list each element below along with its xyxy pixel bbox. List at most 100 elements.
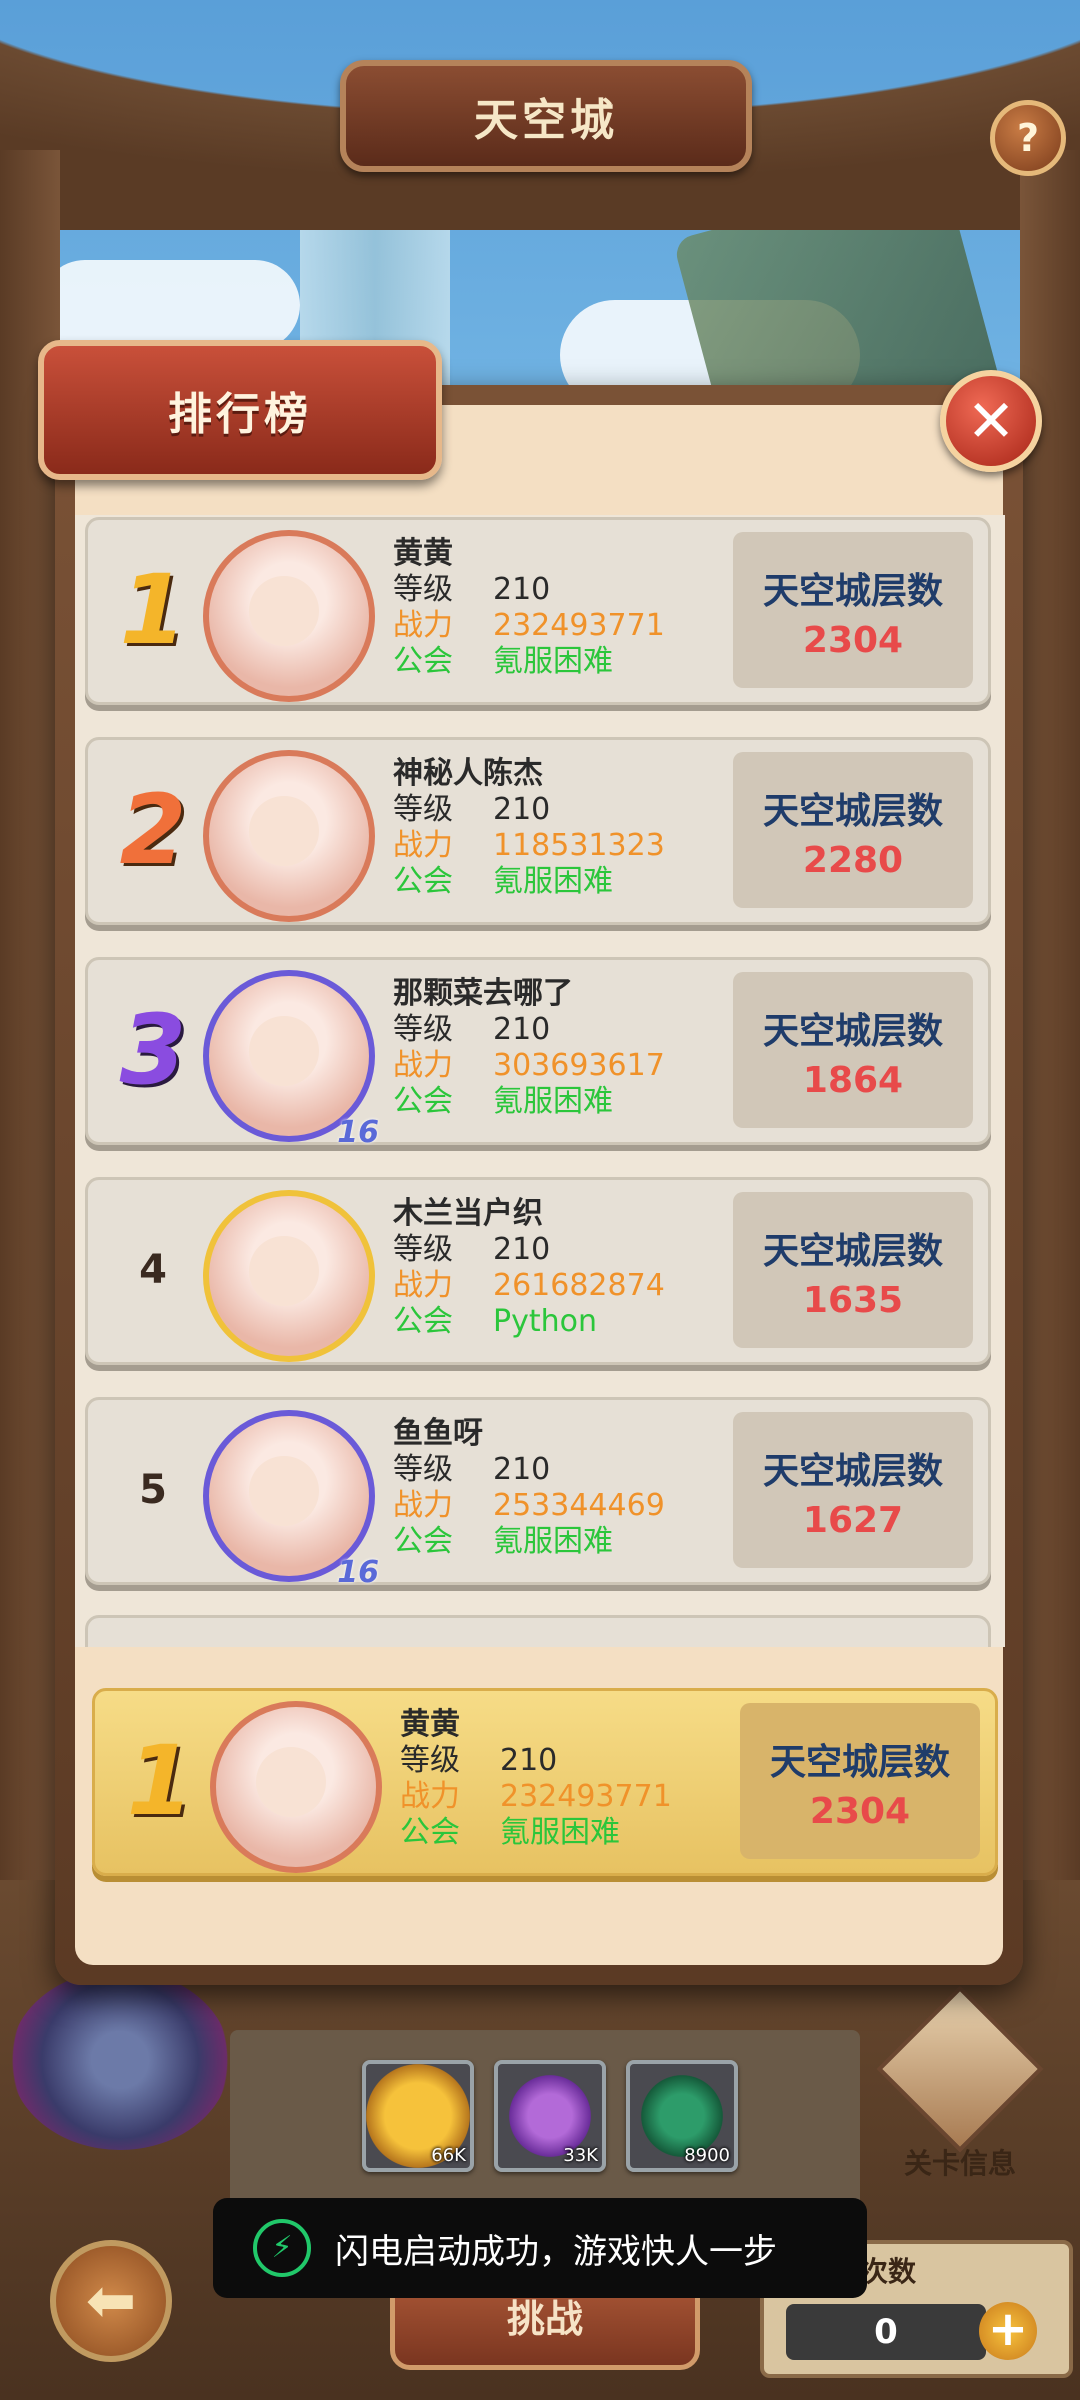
power-value: 261682874 [493,1268,665,1303]
player-name: 黄黄 [400,1707,460,1742]
power-value: 253344469 [493,1488,665,1523]
power-value: 232493771 [500,1779,672,1814]
score-value: 2304 [802,620,904,661]
leaderboard-row-partial[interactable] [85,1615,991,1647]
power-label: 战力 [393,1268,453,1303]
my-rank-row[interactable]: 1 黄黄 等级 210 战力 232493771 公会 氪服困难 天空城层数 2304 [92,1688,998,1876]
score-box: 天空城层数 2304 [740,1703,980,1859]
player-avatar[interactable] [210,1701,382,1873]
power-label: 战力 [393,1488,453,1523]
item-count: 8900 [684,2145,730,2166]
leaderboard-row[interactable]: 3 16 那颗菜去哪了 等级 210 战力 303693617 公会 氪服困难 天空城层数 1864 [85,957,991,1150]
guild-value: 氪服困难 [493,1524,613,1559]
score-box: 天空城层数 2304 [733,532,973,688]
level-value: 210 [500,1743,558,1778]
avatar-level-badge: 16 [337,1115,379,1150]
guild-label: 公会 [393,1084,453,1119]
add-attempts-button[interactable]: + [979,2302,1037,2360]
rank-number: 4 [139,1247,167,1293]
leaderboard-row[interactable]: 5 16 鱼鱼呀 等级 210 战力 253344469 公会 氪服困难 天空城层数 1627 [85,1397,991,1590]
toast-message: 闪电启动成功，游戏快人一步 [335,2231,777,2272]
guild-label: 公会 [393,1524,453,1559]
score-label: 天空城层数 [769,1742,950,1783]
score-box: 天空城层数 1627 [733,1412,973,1568]
power-label: 战力 [393,828,453,863]
power-label: 战力 [400,1779,460,1814]
score-box: 天空城层数 2280 [733,752,973,908]
rank-number: 2 [119,774,187,886]
leaderboard-title: 排行榜 [168,389,312,440]
score-label: 天空城层数 [762,791,943,832]
player-avatar[interactable] [203,750,375,922]
score-label: 天空城层数 [762,1231,943,1272]
green-token-icon[interactable]: 8900 [626,2060,738,2172]
player-avatar[interactable] [203,1190,375,1362]
player-info: 黄黄 等级 210 战力 232493771 公会 氪服困难 [393,536,665,680]
avatar-level-badge: 16 [337,1555,379,1590]
rank-number: 5 [139,1467,167,1513]
power-value: 118531323 [493,828,665,863]
power-label: 战力 [393,1048,453,1083]
player-avatar[interactable]: 16 [203,970,379,1150]
player-name: 神秘人陈杰 [393,756,543,791]
level-label: 等级 [393,1012,453,1047]
gold-coin-icon[interactable]: 66K [362,2060,474,2172]
leaderboard-row[interactable]: 2 神秘人陈杰 等级 210 战力 118531323 公会 氪服困难 天空城层数 2280 [85,737,991,925]
guild-label: 公会 [393,864,453,899]
close-icon: ✕ [966,387,1016,455]
player-info: 木兰当户织 等级 210 战力 261682874 公会 Python [393,1196,665,1340]
close-button[interactable]: ✕ [940,370,1042,472]
leaderboard-row[interactable]: 1 黄黄 等级 210 战力 232493771 公会 氪服困难 天空城层数 2304 [85,517,991,705]
power-value: 303693617 [493,1048,665,1083]
guild-label: 公会 [400,1815,460,1850]
purple-crystal-icon[interactable]: 33K [494,2060,606,2172]
back-button[interactable]: ⬅ [50,2240,172,2362]
score-label: 天空城层数 [762,1011,943,1052]
level-label: 等级 [400,1743,460,1778]
attempts-value: 0 [786,2304,986,2360]
power-value: 232493771 [493,608,665,643]
leaderboard-row[interactable]: 4 木兰当户织 等级 210 战力 261682874 公会 Python 天空城层数 1635 [85,1177,991,1365]
guild-value: 氪服困难 [493,864,613,899]
score-value: 2304 [809,1791,911,1832]
player-info: 那颗菜去哪了 等级 210 战力 303693617 公会 氪服困难 [393,976,665,1120]
guild-label: 公会 [393,1304,453,1339]
item-count: 33K [563,2145,598,2166]
level-label: 等级 [393,792,453,827]
score-box: 天空城层数 1864 [733,972,973,1128]
player-name: 鱼鱼呀 [393,1416,483,1451]
score-value: 1635 [802,1280,904,1321]
level-label: 等级 [393,1232,453,1267]
player-name: 黄黄 [393,536,453,571]
score-label: 天空城层数 [762,571,943,612]
toast-notification: ⚡ 闪电启动成功，游戏快人一步 [213,2198,867,2298]
level-label: 等级 [393,1452,453,1487]
guild-value: 氪服困难 [500,1815,620,1850]
guild-value: 氪服困难 [493,644,613,679]
boss-avatar[interactable] [10,1970,230,2150]
player-info: 鱼鱼呀 等级 210 战力 253344469 公会 氪服困难 [393,1416,665,1560]
stage-info-button[interactable]: 关卡信息 [876,1985,1044,2180]
stage-info-icon [876,1985,1044,2153]
level-value: 210 [493,792,551,827]
player-name: 木兰当户织 [393,1196,543,1231]
item-count: 66K [431,2145,466,2166]
player-avatar[interactable]: 16 [203,1410,379,1590]
guild-value: Python [493,1304,597,1339]
score-label: 天空城层数 [762,1451,943,1492]
level-value: 210 [493,572,551,607]
question-icon: ? [1016,116,1040,160]
page-title-plate: 天空城 [340,60,752,172]
rank-number: 1 [119,554,187,666]
page-title: 天空城 [474,95,618,146]
score-box: 天空城层数 1635 [733,1192,973,1348]
back-arrow-icon: ⬅ [85,2266,137,2336]
guild-label: 公会 [393,644,453,679]
level-value: 210 [493,1452,551,1487]
power-label: 战力 [393,608,453,643]
guild-value: 氪服困难 [493,1084,613,1119]
rank-number: 1 [126,1725,194,1837]
help-button[interactable]: ? [990,100,1066,176]
leaderboard-list[interactable]: 1 黄黄 等级 210 战力 232493771 公会 氪服困难 天空城层数 2304 2 神秘人陈杰… [75,515,1005,1647]
player-avatar[interactable] [203,530,375,702]
